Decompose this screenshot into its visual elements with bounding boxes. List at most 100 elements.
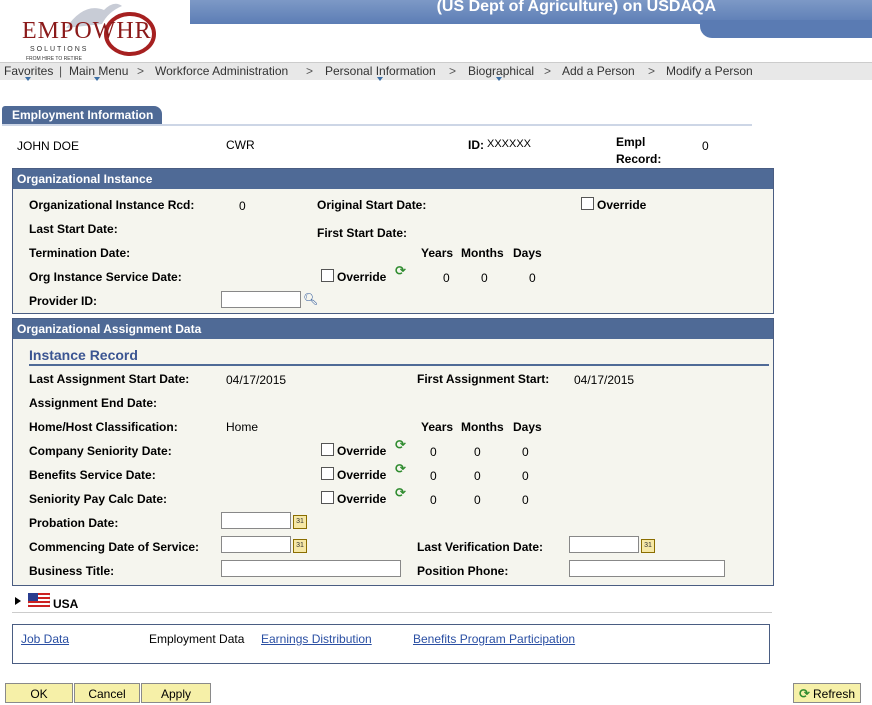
company-seniority-years: 0 [430, 445, 437, 459]
commencing-date-input[interactable] [221, 536, 291, 553]
position-phone-input[interactable] [569, 560, 725, 577]
first-start-date-label: First Start Date: [317, 226, 408, 240]
service-years-value: 0 [443, 271, 450, 285]
empl-record-label: Empl [616, 135, 646, 149]
override-label: Override [337, 468, 387, 482]
benefits-service-override-checkbox[interactable] [321, 467, 334, 480]
logo-text: EMPOWHR [22, 18, 152, 45]
ok-button[interactable]: OK [5, 683, 73, 703]
logo-subtitle: SOLUTIONS [30, 46, 89, 53]
override-label: Override [337, 270, 387, 284]
months-header: Months [461, 420, 504, 434]
nav-separator: > [544, 64, 552, 78]
tab-employment-information[interactable]: Employment Information [2, 106, 162, 125]
last-verification-date-input[interactable] [569, 536, 639, 553]
commencing-date-label: Commencing Date of Service: [29, 540, 200, 554]
business-title-input[interactable] [221, 560, 401, 577]
calendar-icon[interactable]: 31 [641, 539, 655, 553]
service-date-override-checkbox[interactable] [321, 269, 334, 282]
cancel-button[interactable]: Cancel [74, 683, 140, 703]
job-data-link[interactable]: Job Data [21, 632, 69, 646]
first-assignment-start-value: 04/17/2015 [574, 373, 635, 387]
termination-date-label: Termination Date: [29, 246, 131, 260]
nav-separator: > [449, 64, 457, 78]
nav-workforce-administration[interactable]: Workforce Administration [155, 64, 288, 78]
chevron-down-icon [25, 77, 31, 81]
org-instance-rcd-label: Organizational Instance Rcd: [29, 198, 195, 212]
header-curve [700, 20, 872, 38]
page-links-box [12, 624, 770, 664]
tab-underline [2, 124, 752, 126]
refresh-icon[interactable]: ⟳ [395, 461, 406, 477]
org-instance-heading: Organizational Instance [13, 169, 773, 189]
company-seniority-override-checkbox[interactable] [321, 443, 334, 456]
nav-favorites[interactable]: Favorites [4, 64, 53, 78]
person-type: CWR [226, 138, 255, 152]
country-label[interactable]: USA [53, 597, 78, 611]
probation-date-label: Probation Date: [29, 516, 119, 530]
chevron-down-icon [377, 77, 383, 81]
nav-separator: > [306, 64, 314, 78]
last-verification-date-label: Last Verification Date: [417, 540, 544, 554]
apply-button[interactable]: Apply [141, 683, 211, 703]
nav-add-a-person[interactable]: Add a Person [562, 64, 635, 78]
benefits-service-date-label: Benefits Service Date: [29, 468, 156, 482]
magnifier-icon[interactable]: 🔍︎ [303, 292, 318, 306]
chevron-down-icon [496, 77, 502, 81]
service-days-value: 0 [529, 271, 536, 285]
home-host-classification-value: Home [226, 420, 259, 434]
nav-divider: | [59, 64, 63, 78]
empl-record-label-2: Record: [616, 152, 662, 166]
org-assignment-heading: Organizational Assignment Data [13, 319, 773, 339]
original-start-date-label: Original Start Date: [317, 198, 427, 212]
header-title: (US Dept of Agriculture) on USDAQA [436, 0, 716, 15]
section-divider [29, 364, 769, 366]
person-name: JOHN DOE [17, 139, 80, 153]
breadcrumb: Favorites | Main Menu > Workforce Admini… [0, 62, 872, 81]
org-instance-group: Organizational Instance [12, 168, 774, 314]
seniority-pay-months: 0 [474, 493, 481, 507]
assignment-end-date-label: Assignment End Date: [29, 396, 158, 410]
refresh-button-label: Refresh [812, 687, 856, 701]
earnings-distribution-link[interactable]: Earnings Distribution [261, 632, 372, 646]
refresh-icon[interactable]: ⟳ [395, 437, 406, 453]
nav-personal-information[interactable]: Personal Information [325, 64, 436, 78]
refresh-icon[interactable]: ⟳ [395, 485, 406, 501]
benefits-service-years: 0 [430, 469, 437, 483]
nav-main-menu[interactable]: Main Menu [69, 64, 128, 78]
employment-data-current: Employment Data [149, 632, 245, 646]
company-seniority-days: 0 [522, 445, 529, 459]
nav-biographical[interactable]: Biographical [468, 64, 534, 78]
days-header: Days [513, 420, 542, 434]
years-header: Years [421, 420, 454, 434]
refresh-icon[interactable]: ⟳ [395, 263, 406, 279]
probation-date-input[interactable] [221, 512, 291, 529]
override-label: Override [597, 198, 647, 212]
calendar-icon[interactable]: 31 [293, 539, 307, 553]
calendar-icon[interactable]: 31 [293, 515, 307, 529]
service-months-value: 0 [481, 271, 488, 285]
override-label: Override [337, 444, 387, 458]
company-seniority-months: 0 [474, 445, 481, 459]
org-instance-rcd-value: 0 [239, 199, 246, 213]
position-phone-label: Position Phone: [417, 564, 509, 578]
logo-wordmark: EMPOWHR [22, 18, 152, 44]
nav-separator: > [137, 64, 145, 78]
instance-record-title: Instance Record [29, 347, 138, 363]
nav-separator: > [648, 64, 656, 78]
benefits-program-participation-link[interactable]: Benefits Program Participation [413, 632, 575, 646]
provider-id-input[interactable] [221, 291, 301, 308]
expand-triangle-icon[interactable] [15, 597, 21, 605]
refresh-button[interactable]: ⟳ Refresh [793, 683, 861, 703]
refresh-icon: ⟳ [799, 686, 810, 701]
first-assignment-start-label: First Assignment Start: [417, 372, 550, 386]
seniority-pay-calc-date-label: Seniority Pay Calc Date: [29, 492, 168, 506]
id-value: XXXXXX [487, 138, 532, 150]
original-start-override-checkbox[interactable] [581, 197, 594, 210]
last-assignment-start-value: 04/17/2015 [226, 373, 287, 387]
nav-modify-a-person[interactable]: Modify a Person [666, 64, 753, 78]
benefits-service-days: 0 [522, 469, 529, 483]
seniority-pay-override-checkbox[interactable] [321, 491, 334, 504]
benefits-service-months: 0 [474, 469, 481, 483]
provider-id-label: Provider ID: [29, 294, 98, 308]
